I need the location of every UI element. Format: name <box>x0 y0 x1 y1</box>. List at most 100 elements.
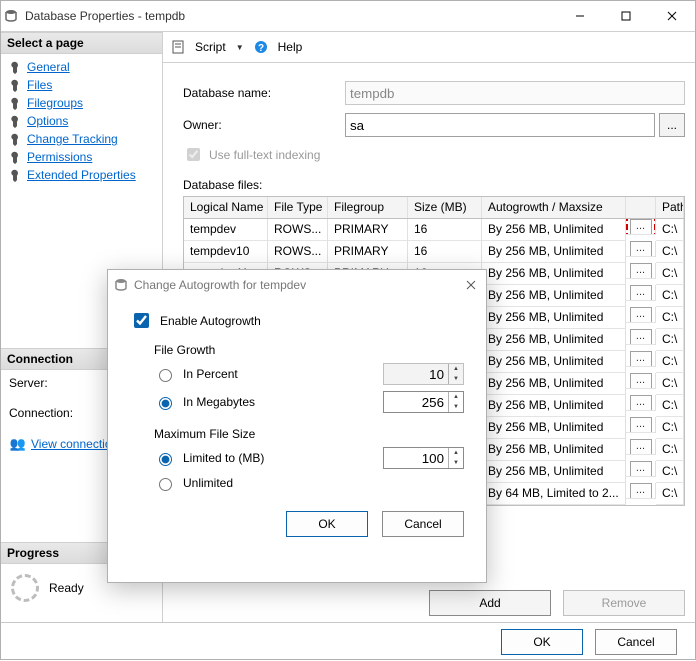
grid-cell-path[interactable]: C:\ <box>656 461 684 483</box>
limited-value[interactable] <box>384 448 448 468</box>
grid-cell[interactable]: 16 <box>408 241 482 263</box>
autogrowth-edit-button[interactable]: ... <box>630 351 652 367</box>
add-button[interactable]: Add <box>429 590 551 616</box>
table-row[interactable]: tempdev10ROWS...PRIMARY16By 256 MB, Unli… <box>184 241 684 263</box>
grid-col-header[interactable]: File Type <box>268 197 328 218</box>
limited-down-icon[interactable]: ▼ <box>449 458 463 468</box>
autogrowth-edit-button[interactable]: ... <box>630 417 652 433</box>
grid-col-header[interactable]: Filegroup <box>328 197 408 218</box>
grid-cell[interactable]: 16 <box>408 219 482 241</box>
grid-cell[interactable]: PRIMARY <box>328 219 408 241</box>
autogrowth-edit-button[interactable]: ... <box>630 285 652 301</box>
autogrowth-edit-button[interactable]: ... <box>630 219 652 235</box>
sidebar-page-change-tracking[interactable]: Change Tracking <box>1 130 162 148</box>
grid-cell-path[interactable]: C:\ <box>656 241 684 263</box>
in-mb-value[interactable] <box>384 392 448 412</box>
in-mb-radio[interactable] <box>159 397 172 410</box>
grid-col-header[interactable]: Autogrowth / Maxsize <box>482 197 626 218</box>
grid-cell-path[interactable]: C:\ <box>656 483 684 505</box>
autogrowth-edit-button[interactable]: ... <box>630 439 652 455</box>
unlimited-radio[interactable] <box>159 478 172 491</box>
file-growth-header: File Growth <box>154 343 464 357</box>
grid-cell[interactable]: By 256 MB, Unlimited <box>482 241 626 263</box>
help-button[interactable]: Help <box>278 40 303 54</box>
grid-cell-path[interactable]: C:\ <box>656 219 684 241</box>
sidebar-page-files[interactable]: Files <box>1 76 162 94</box>
limited-up-icon[interactable]: ▲ <box>449 448 463 458</box>
dialog-cancel-button[interactable]: Cancel <box>382 511 464 537</box>
grid-cell-path[interactable]: C:\ <box>656 417 684 439</box>
grid-cell[interactable]: By 256 MB, Unlimited <box>482 329 626 351</box>
autogrowth-edit-button[interactable]: ... <box>630 395 652 411</box>
sidebar-page-link[interactable]: Change Tracking <box>27 132 118 146</box>
grid-cell-path[interactable]: C:\ <box>656 373 684 395</box>
sidebar-page-permissions[interactable]: Permissions <box>1 148 162 166</box>
table-row[interactable]: tempdevROWS...PRIMARY16By 256 MB, Unlimi… <box>184 219 684 241</box>
in-mb-up-icon[interactable]: ▲ <box>449 392 463 402</box>
grid-cell-path[interactable]: C:\ <box>656 329 684 351</box>
grid-cell[interactable]: ROWS... <box>268 219 328 241</box>
enable-autogrowth-checkbox[interactable] <box>134 313 149 328</box>
grid-cell-path[interactable]: C:\ <box>656 351 684 373</box>
grid-cell[interactable]: tempdev10 <box>184 241 268 263</box>
grid-cell[interactable]: By 256 MB, Unlimited <box>482 417 626 439</box>
sidebar-page-link[interactable]: Options <box>27 114 68 128</box>
grid-cell[interactable]: By 64 MB, Limited to 2... <box>482 483 626 505</box>
grid-cell[interactable]: By 256 MB, Unlimited <box>482 263 626 285</box>
grid-cell[interactable]: PRIMARY <box>328 241 408 263</box>
grid-cell[interactable]: By 256 MB, Unlimited <box>482 285 626 307</box>
close-button[interactable] <box>649 1 695 31</box>
limited-spinner[interactable]: ▲▼ <box>383 447 464 469</box>
owner-browse-button[interactable]: ... <box>659 113 685 137</box>
sidebar-page-link[interactable]: Extended Properties <box>27 168 136 182</box>
sidebar-page-link[interactable]: Filegroups <box>27 96 83 110</box>
owner-input[interactable] <box>345 113 655 137</box>
grid-cell[interactable]: By 256 MB, Unlimited <box>482 373 626 395</box>
autogrowth-edit-button[interactable]: ... <box>630 307 652 323</box>
sidebar-page-options[interactable]: Options <box>1 112 162 130</box>
grid-cell-path[interactable]: C:\ <box>656 263 684 285</box>
script-dropdown-icon[interactable]: ▼ <box>236 43 244 52</box>
autogrowth-edit-button[interactable]: ... <box>630 329 652 345</box>
script-button[interactable]: Script <box>195 40 226 54</box>
grid-col-header[interactable]: Size (MB) <box>408 197 482 218</box>
grid-col-header[interactable]: Logical Name <box>184 197 268 218</box>
grid-cell[interactable]: By 256 MB, Unlimited <box>482 351 626 373</box>
autogrowth-edit-button[interactable]: ... <box>630 241 652 257</box>
sidebar-page-link[interactable]: General <box>27 60 70 74</box>
limited-radio[interactable] <box>159 453 172 466</box>
grid-cell-path[interactable]: C:\ <box>656 439 684 461</box>
grid-cell[interactable]: By 256 MB, Unlimited <box>482 307 626 329</box>
grid-cell[interactable]: By 256 MB, Unlimited <box>482 395 626 417</box>
sidebar-page-filegroups[interactable]: Filegroups <box>1 94 162 112</box>
sidebar-page-extended-properties[interactable]: Extended Properties <box>1 166 162 184</box>
sidebar-page-link[interactable]: Files <box>27 78 52 92</box>
cancel-button[interactable]: Cancel <box>595 629 677 655</box>
grid-cell[interactable]: By 256 MB, Unlimited <box>482 439 626 461</box>
grid-cell[interactable]: By 256 MB, Unlimited <box>482 219 626 241</box>
dialog-ok-button[interactable]: OK <box>286 511 368 537</box>
maximize-button[interactable] <box>603 1 649 31</box>
sidebar-page-general[interactable]: General <box>1 58 162 76</box>
ok-button[interactable]: OK <box>501 629 583 655</box>
grid-cell[interactable]: tempdev <box>184 219 268 241</box>
autogrowth-edit-button[interactable]: ... <box>630 373 652 389</box>
grid-col-header[interactable] <box>626 197 656 218</box>
grid-cell-path[interactable]: C:\ <box>656 395 684 417</box>
grid-cell-path[interactable]: C:\ <box>656 307 684 329</box>
in-mb-down-icon[interactable]: ▼ <box>449 402 463 412</box>
autogrowth-edit-button[interactable]: ... <box>630 263 652 279</box>
autogrowth-edit-button[interactable]: ... <box>630 461 652 477</box>
grid-cell[interactable]: ROWS... <box>268 241 328 263</box>
sidebar-page-link[interactable]: Permissions <box>27 150 92 164</box>
grid-cell[interactable]: By 256 MB, Unlimited <box>482 461 626 483</box>
grid-col-header[interactable]: Path <box>656 197 684 218</box>
autogrowth-edit-button[interactable]: ... <box>630 483 652 499</box>
in-percent-radio[interactable] <box>159 369 172 382</box>
autogrowth-edit-cell: ... <box>626 241 656 257</box>
grid-cell-path[interactable]: C:\ <box>656 285 684 307</box>
in-mb-spinner[interactable]: ▲▼ <box>383 391 464 413</box>
minimize-button[interactable] <box>557 1 603 31</box>
dialog-close-icon[interactable] <box>462 276 480 294</box>
view-connection-link[interactable]: View connection <box>31 437 118 451</box>
